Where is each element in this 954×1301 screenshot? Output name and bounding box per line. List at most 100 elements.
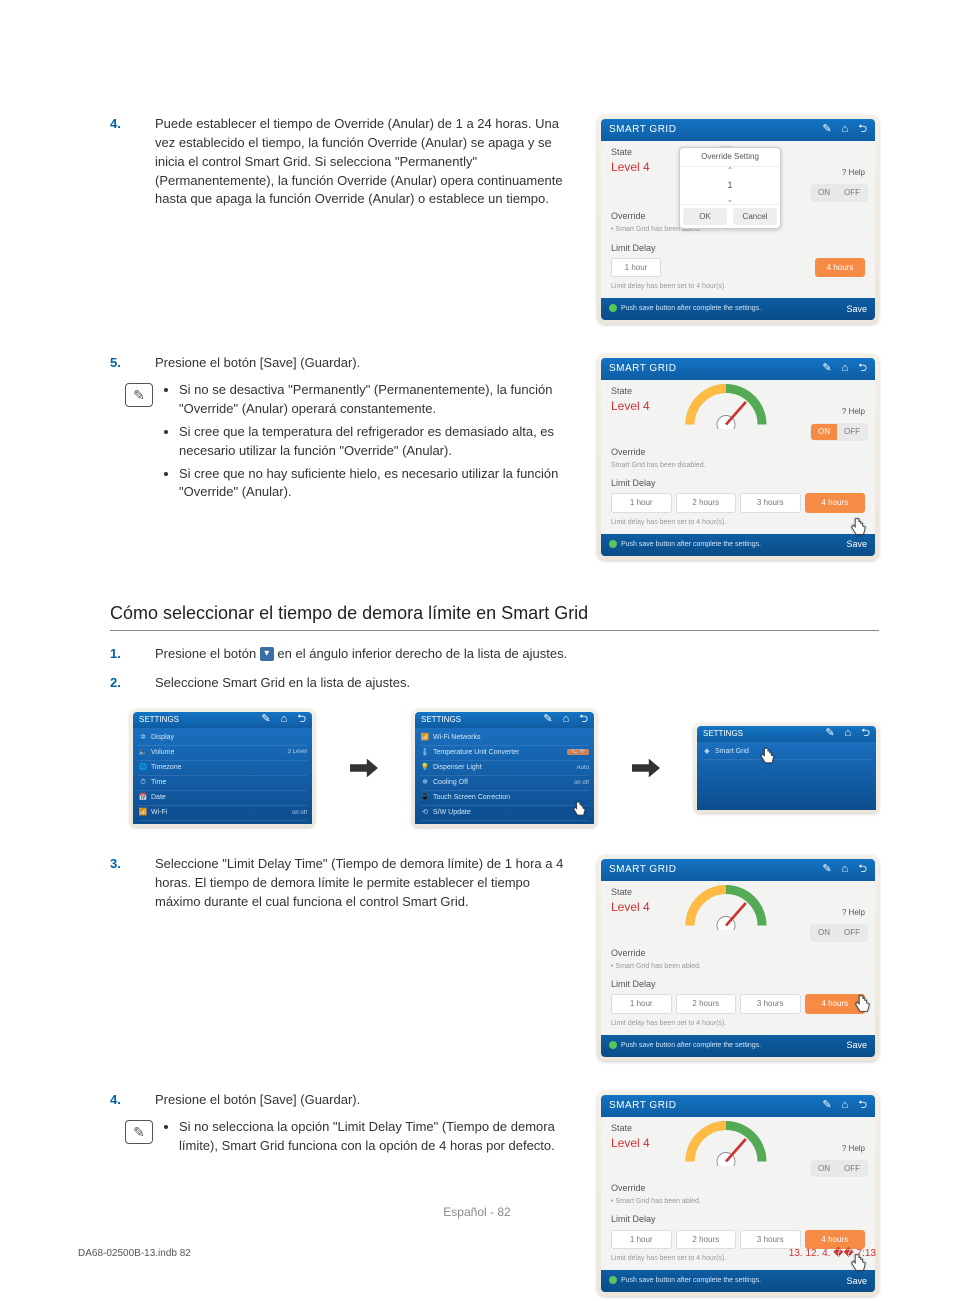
help-link[interactable]: ? Help (842, 907, 865, 919)
delay-1h[interactable]: 1 hour (611, 994, 672, 1014)
step-text: Seleccione "Limit Delay Time" (Tiempo de… (155, 855, 597, 912)
toggle-off[interactable]: OFF (837, 1161, 867, 1177)
print-footer: DA68-02500B-13.indb 82 13. 12. 4. �� 7:1… (0, 1247, 954, 1262)
toggle-off[interactable]: OFF (837, 424, 867, 440)
note-item: Si no se desactiva "Permanently" (Perman… (179, 381, 597, 419)
back-icon[interactable]: ⮌ (858, 361, 867, 377)
home-icon[interactable]: ⌂ (842, 361, 849, 377)
limit-note: Limit delay has been set to 4 hour(s). (611, 280, 865, 298)
settings-row[interactable]: 📶Wi-Fion off (138, 806, 307, 821)
settings-row[interactable]: 📱Touch Screen Correction (420, 791, 589, 806)
edit-icon[interactable]: ✎ (261, 712, 270, 728)
popup-up[interactable]: ⌃ (680, 167, 780, 175)
save-button[interactable]: Save (846, 538, 867, 551)
delay-4h[interactable]: 4 hours (805, 493, 866, 513)
home-icon[interactable]: ⌂ (845, 726, 852, 742)
edit-icon[interactable]: ✎ (822, 1098, 831, 1114)
panel-footer: Push save button after complete the sett… (601, 298, 875, 320)
settings-row[interactable]: ✲Display (138, 731, 307, 746)
settings-list[interactable]: ◆Smart Grid (697, 742, 876, 810)
home-icon[interactable]: ⌂ (281, 712, 288, 728)
delay-3h[interactable]: 3 hours (740, 994, 801, 1014)
step-number: 4. (110, 1091, 155, 1110)
popup-down[interactable]: ⌄ (680, 196, 780, 204)
override-toggle[interactable]: ON OFF (811, 1161, 867, 1177)
toggle-off[interactable]: OFF (837, 185, 867, 201)
popup-cancel-button[interactable]: Cancel (733, 208, 777, 226)
settings-row[interactable]: ⟲S/W Update (420, 806, 589, 821)
back-icon[interactable]: ⮌ (858, 122, 867, 138)
section-title: Cómo seleccionar el tiempo de demora lím… (110, 600, 879, 631)
home-icon[interactable]: ⌂ (842, 862, 849, 878)
save-button[interactable]: Save (846, 1039, 867, 1052)
settings-row[interactable]: 🌡Temperature Unit Converter°C °F (420, 746, 589, 761)
delay-2h[interactable]: 2 hours (676, 493, 737, 513)
note-block: ✎ Si no selecciona la opción "Limit Dela… (125, 1118, 597, 1160)
edit-icon[interactable]: ✎ (825, 726, 834, 742)
override-subtext: • Smart Grid has been abled. (611, 962, 865, 972)
panel-title: SETTINGS (139, 714, 179, 726)
delay-2h[interactable]: 2 hours (676, 994, 737, 1014)
override-toggle[interactable]: ON OFF (811, 185, 867, 201)
note-item: Si no selecciona la opción "Limit Delay … (179, 1118, 597, 1156)
note-item: Si cree que la temperatura del refrigera… (179, 423, 597, 461)
override-setting-popup: Override Setting ⌃ 1 ⌄ OK Cancel (679, 147, 781, 229)
settings-row[interactable]: ❄Cooling Offon off (420, 776, 589, 791)
home-icon[interactable]: ⌂ (842, 122, 849, 138)
cursor-hand-icon (851, 993, 873, 1015)
toggle-on[interactable]: ON (811, 424, 837, 440)
note-list: Si no selecciona la opción "Limit Delay … (161, 1118, 597, 1160)
settings-row[interactable]: 💡Dispenser LightAuto (420, 761, 589, 776)
override-toggle[interactable]: ON OFF (811, 424, 867, 440)
popup-ok-button[interactable]: OK (683, 208, 727, 226)
help-link[interactable]: ? Help (842, 167, 865, 179)
chevron-down-icon[interactable]: ▾ (260, 647, 274, 661)
override-label: Override (611, 446, 865, 459)
settings-list[interactable]: 📶Wi-Fi Networks🌡Temperature Unit Convert… (415, 728, 594, 825)
override-toggle[interactable]: ON OFF (811, 925, 867, 941)
override-label: Override (611, 947, 865, 960)
cursor-hand-icon (847, 516, 869, 538)
back-icon[interactable]: ⮌ (579, 712, 588, 728)
back-icon[interactable]: ⮌ (858, 862, 867, 878)
back-icon[interactable]: ⮌ (297, 712, 306, 728)
screenshot-limit-delay-select: SMART GRID ✎⌂⮌ State Level 4 ? Hel (597, 855, 879, 1060)
save-button[interactable]: Save (846, 303, 867, 316)
delay-3h[interactable]: 3 hours (740, 493, 801, 513)
home-icon[interactable]: ⌂ (563, 712, 570, 728)
edit-icon[interactable]: ✎ (822, 862, 831, 878)
settings-row[interactable]: 🔈Volume3 Level (138, 746, 307, 761)
save-button[interactable]: Save (846, 1275, 867, 1288)
toggle-off[interactable]: OFF (837, 925, 867, 941)
step-number: 2. (110, 674, 155, 693)
settings-row[interactable]: ◆Smart Grid (702, 745, 871, 760)
toggle-on[interactable]: ON (811, 925, 837, 941)
step-number: 4. (110, 115, 155, 134)
arrow-right-icon (631, 758, 661, 778)
edit-icon[interactable]: ✎ (543, 712, 552, 728)
toggle-on[interactable]: ON (811, 1161, 837, 1177)
limit-note: Limit delay has been set to 4 hour(s). (611, 516, 865, 534)
toggle-on[interactable]: ON (811, 185, 837, 201)
delay-1h[interactable]: 1 hour (611, 493, 672, 513)
note-item: Si cree que no hay suficiente hielo, es … (179, 465, 597, 503)
edit-icon[interactable]: ✎ (822, 122, 831, 138)
help-link[interactable]: ? Help (842, 1143, 865, 1155)
settings-row[interactable]: 📶Wi-Fi Networks (420, 731, 589, 746)
note-icon: ✎ (125, 1120, 153, 1144)
delay-4h[interactable]: 4 hours (815, 258, 865, 278)
settings-list[interactable]: ✲Display🔈Volume3 Level🌐Timezone⏱Time📅Dat… (133, 728, 312, 825)
edit-icon[interactable]: ✎ (822, 361, 831, 377)
delay-1h[interactable]: 1 hour (611, 258, 661, 278)
settings-row[interactable]: 🌐Timezone (138, 761, 307, 776)
settings-row[interactable]: ⏱Time (138, 776, 307, 791)
settings-panel-1: SETTINGS ✎ ⌂ ⮌ ✲Display🔈Volume3 Level🌐Time… (130, 709, 315, 828)
step-text: Presione el botón [Save] (Guardar). (155, 354, 597, 373)
back-icon[interactable]: ⮌ (861, 726, 870, 742)
settings-row[interactable]: 📅Date (138, 791, 307, 806)
home-icon[interactable]: ⌂ (842, 1098, 849, 1114)
popup-value: 1 (680, 175, 780, 196)
back-icon[interactable]: ⮌ (858, 1098, 867, 1114)
help-link[interactable]: ? Help (842, 406, 865, 418)
step-2-select-smartgrid: 2. Seleccione Smart Grid en la lista de … (110, 674, 879, 693)
